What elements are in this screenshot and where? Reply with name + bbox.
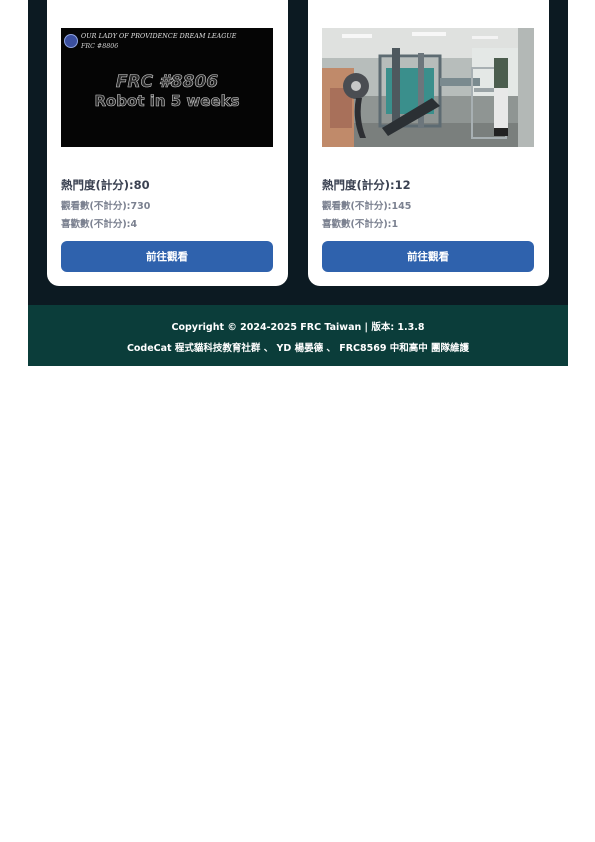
thumbnail-title-line1: FRC #8806 (115, 72, 219, 93)
thumbnail-header-line1: OUR LADY OF PROVIDENCE DREAM LEAGUE (81, 33, 237, 40)
thumbnail-title-line2: Robot in 5 weeks (94, 92, 240, 111)
video-thumbnail[interactable]: OUR LADY OF PROVIDENCE DREAM LEAGUE FRC … (61, 28, 273, 147)
video-thumbnail[interactable] (322, 28, 534, 147)
robot-workshop-photo (322, 28, 534, 147)
video-card: 熱門度(計分):12 觀看數(不計分):145 喜歡數(不計分):1 前往觀看 (308, 0, 549, 286)
watch-video-button[interactable]: 前往觀看 (61, 241, 273, 272)
watch-video-button[interactable]: 前往觀看 (322, 241, 534, 272)
like-count: 喜歡數(不計分):4 (61, 219, 138, 230)
popularity-score: 熱門度(計分):12 (322, 178, 411, 192)
popularity-score: 熱門度(計分):80 (61, 178, 150, 192)
site-footer: Copyright © 2024-2025 FRC Taiwan | 版本: 1… (28, 305, 568, 366)
team-logo-icon (64, 34, 78, 48)
thumbnail-header-line2: FRC #8806 (81, 43, 119, 50)
copyright-text: Copyright © 2024-2025 FRC Taiwan | 版本: 1… (171, 322, 425, 333)
like-count: 喜歡數(不計分):1 (322, 219, 399, 230)
view-count: 觀看數(不計分):730 (61, 201, 151, 212)
video-card: OUR LADY OF PROVIDENCE DREAM LEAGUE FRC … (47, 0, 288, 286)
credits-text: CodeCat 程式貓科技教育社群 、 YD 楊晏德 、 FRC8569 中和高… (126, 343, 470, 354)
view-count: 觀看數(不計分):145 (322, 201, 412, 212)
